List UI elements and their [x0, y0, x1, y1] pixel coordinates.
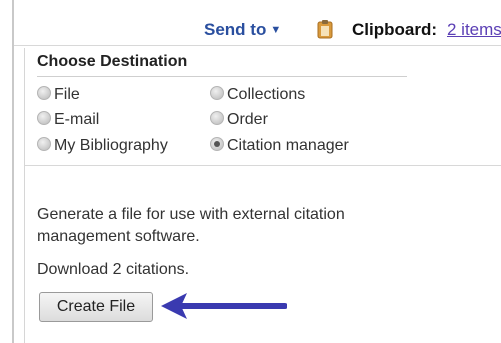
header-divider — [14, 45, 501, 46]
option-order[interactable]: Order — [210, 111, 268, 129]
chevron-down-icon[interactable]: ▼ — [270, 24, 281, 36]
create-file-button[interactable]: Create File — [39, 292, 153, 322]
citation-description: Generate a file for use with external ci… — [37, 206, 345, 245]
option-citation-manager[interactable]: Citation manager — [210, 137, 349, 155]
radio-email[interactable] — [37, 111, 51, 125]
clipboard-icon — [317, 20, 333, 39]
destination-title: Choose Destination — [37, 53, 188, 70]
option-file[interactable]: File — [37, 86, 80, 104]
send-to-menu[interactable]: Send to ▼ — [204, 20, 281, 40]
option-my-bibliography[interactable]: My Bibliography — [37, 137, 168, 155]
option-label: Order — [227, 111, 268, 128]
radio-collections[interactable] — [210, 86, 224, 100]
option-label: Citation manager — [227, 137, 349, 154]
radio-order[interactable] — [210, 111, 224, 125]
arrow-left-icon — [161, 293, 287, 319]
send-to-panel: Send to ▼ Clipboard: 2 items Choose Desti… — [12, 0, 501, 343]
options-divider — [25, 165, 501, 166]
toolbar: Send to ▼ Clipboard: 2 items — [14, 12, 501, 44]
title-divider — [37, 76, 407, 77]
radio-file[interactable] — [37, 86, 51, 100]
clipboard-items-link[interactable]: 2 items — [447, 20, 501, 40]
clipboard-label: Clipboard: — [352, 20, 437, 39]
option-label: My Bibliography — [54, 137, 168, 154]
option-label: Collections — [227, 86, 306, 103]
option-label: E-mail — [54, 111, 100, 128]
radio-citation-manager[interactable] — [210, 137, 224, 151]
destination-panel: Choose Destination File Collections E-ma… — [24, 48, 501, 343]
option-label: File — [54, 86, 80, 103]
send-to-label[interactable]: Send to — [204, 20, 266, 39]
option-collections[interactable]: Collections — [210, 86, 305, 104]
radio-my-bibliography[interactable] — [37, 137, 51, 151]
option-email[interactable]: E-mail — [37, 111, 99, 129]
download-count-text: Download 2 citations. — [37, 261, 190, 278]
